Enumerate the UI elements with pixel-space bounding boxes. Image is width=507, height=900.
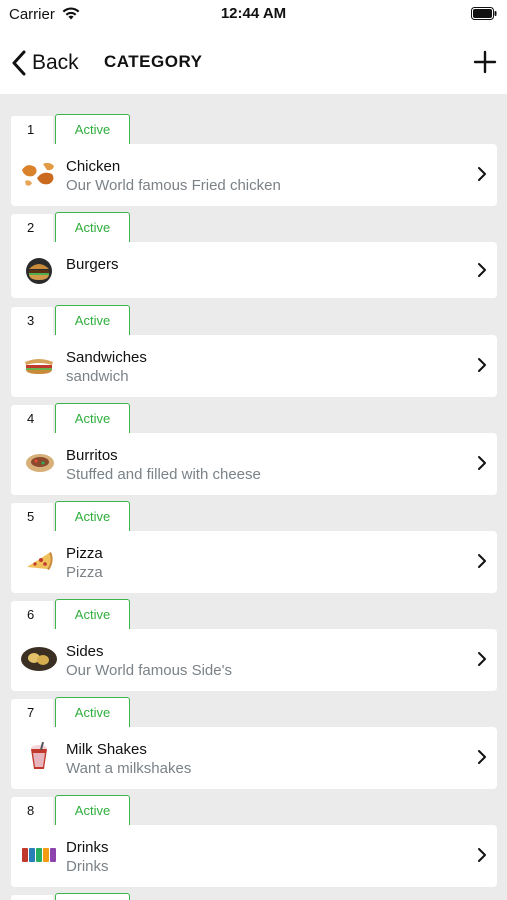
category-description: Our World famous Side's: [66, 662, 232, 679]
add-icon[interactable]: [473, 50, 497, 74]
category-description: Drinks: [66, 858, 109, 875]
category-description: Pizza: [66, 564, 103, 581]
category-row[interactable]: Burritos Stuffed and filled with cheese: [11, 433, 497, 495]
category-name: Sides: [66, 643, 104, 660]
sides-icon: [21, 647, 57, 671]
category-name: Burritos: [66, 447, 118, 464]
chicken-icon: [22, 162, 54, 186]
status-badge[interactable]: Active: [55, 501, 130, 531]
category-row[interactable]: Pizza Pizza: [11, 531, 497, 593]
sandwich-icon: [25, 359, 53, 374]
item-number: 4: [11, 405, 53, 433]
pizza-icon: [27, 552, 53, 570]
chevron-right-icon: [478, 263, 486, 277]
item-number: 7: [11, 699, 53, 727]
category-description: Our World famous Fried chicken: [66, 177, 281, 194]
status-badge[interactable]: Active: [55, 795, 130, 825]
status-bar: Carrier 12:44 AM: [0, 0, 507, 30]
item-number: 1: [11, 116, 53, 144]
battery-icon: [471, 7, 497, 20]
back-button[interactable]: Back: [10, 48, 79, 78]
category-description: sandwich: [66, 368, 129, 385]
item-number: 3: [11, 307, 53, 335]
status-badge[interactable]: Active: [55, 697, 130, 727]
item-number: 5: [11, 503, 53, 531]
category-row[interactable]: Sandwiches sandwich: [11, 335, 497, 397]
clock: 12:44 AM: [220, 5, 287, 22]
category-list: 1 Active Chicken Our World famous Fried …: [0, 94, 507, 900]
chevron-left-icon: [12, 50, 26, 76]
status-badge[interactable]: [55, 893, 130, 900]
burrito-icon: [26, 454, 54, 472]
category-name: Chicken: [66, 158, 121, 175]
category-description: Stuffed and filled with cheese: [66, 466, 261, 483]
back-label: Back: [32, 51, 79, 74]
item-number: [11, 895, 53, 900]
category-row[interactable]: Burgers: [11, 242, 497, 298]
status-badge[interactable]: Active: [55, 403, 130, 433]
burger-icon: [26, 258, 52, 284]
category-name: Pizza: [66, 545, 103, 562]
category-name: Milk Shakes: [66, 741, 147, 758]
chevron-right-icon: [478, 456, 486, 470]
item-number: 2: [11, 214, 53, 242]
category-name: Sandwiches: [66, 349, 147, 366]
category-name: Drinks: [66, 839, 109, 856]
navigation-bar: Back CATEGORY: [0, 30, 507, 94]
milkshake-icon: [31, 741, 47, 769]
status-badge[interactable]: Active: [55, 305, 130, 335]
category-description: Want a milkshakes: [66, 760, 192, 777]
category-name: Burgers: [66, 256, 119, 273]
chevron-right-icon: [478, 554, 486, 568]
chevron-right-icon: [478, 358, 486, 372]
chevron-right-icon: [478, 750, 486, 764]
page-title: CATEGORY: [104, 52, 203, 71]
chevron-right-icon: [478, 167, 486, 181]
item-number: 8: [11, 797, 53, 825]
drinks-icon: [22, 848, 56, 862]
item-number: 6: [11, 601, 53, 629]
category-row[interactable]: Drinks Drinks: [11, 825, 497, 887]
status-badge[interactable]: Active: [55, 212, 130, 242]
status-badge[interactable]: Active: [55, 114, 130, 144]
status-badge[interactable]: Active: [55, 599, 130, 629]
chevron-right-icon: [478, 848, 486, 862]
category-row[interactable]: Sides Our World famous Side's: [11, 629, 497, 691]
category-row[interactable]: Milk Shakes Want a milkshakes: [11, 727, 497, 789]
category-row[interactable]: Chicken Our World famous Fried chicken: [11, 144, 497, 206]
chevron-right-icon: [478, 652, 486, 666]
